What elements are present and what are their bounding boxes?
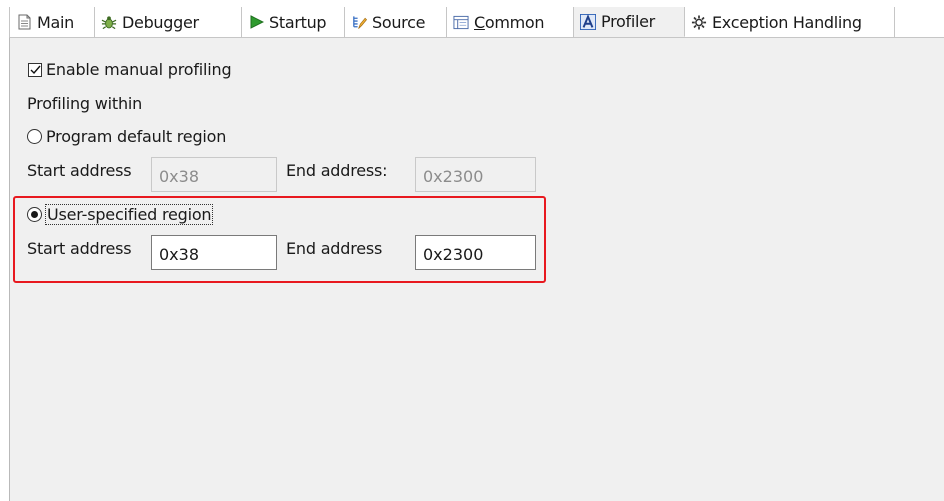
- profiler-panel: Enable manual profiling Profiling within…: [9, 37, 944, 501]
- user-start-address-input[interactable]: 0x38: [151, 235, 277, 270]
- tab-debugger[interactable]: Debugger: [95, 7, 242, 37]
- radio-button-unselected[interactable]: [27, 129, 42, 144]
- tab-startup[interactable]: Startup: [242, 7, 345, 37]
- play-icon: [248, 13, 264, 31]
- common-icon: [453, 13, 469, 31]
- tab-profiler[interactable]: Profiler: [574, 7, 685, 37]
- tab-exception-handling[interactable]: Exception Handling: [685, 7, 895, 37]
- user-end-address-input[interactable]: 0x2300: [415, 235, 536, 270]
- tab-source[interactable]: Source: [345, 7, 447, 37]
- document-icon: [16, 13, 32, 31]
- checkmark-icon: [30, 65, 41, 74]
- default-end-address-label: End address:: [286, 161, 388, 180]
- default-end-address-field: 0x2300: [415, 157, 536, 192]
- profiler-icon: [580, 13, 596, 31]
- tab-label: Source: [372, 12, 426, 32]
- user-specified-region-radio[interactable]: User-specified region: [27, 204, 214, 225]
- tab-label: Debugger: [122, 12, 199, 32]
- checkbox-box[interactable]: [28, 62, 42, 77]
- tab-main[interactable]: Main: [9, 7, 95, 37]
- tab-label: Startup: [269, 12, 327, 32]
- user-end-address-label: End address: [286, 239, 383, 258]
- tab-common[interactable]: Common: [447, 7, 574, 37]
- tab-label: Profiler: [601, 12, 655, 31]
- program-default-region-radio[interactable]: Program default region: [27, 127, 226, 146]
- tab-label: Common: [474, 12, 545, 32]
- enable-profiling-checkbox[interactable]: Enable manual profiling: [28, 60, 232, 79]
- launch-config-tab-bar: Main Debugger Startup Source Common Prof…: [9, 7, 944, 38]
- bug-icon: [101, 13, 117, 31]
- profiling-within-label: Profiling within: [27, 94, 143, 113]
- user-start-address-label: Start address: [27, 239, 132, 258]
- exception-gear-icon: [691, 13, 707, 31]
- tab-label: Exception Handling: [712, 12, 862, 32]
- default-start-address-field: 0x38: [151, 157, 277, 192]
- tab-label: Main: [37, 12, 74, 32]
- enable-profiling-label: Enable manual profiling: [46, 60, 232, 79]
- source-icon: [351, 13, 367, 31]
- user-specified-region-label: User-specified region: [44, 204, 214, 225]
- radio-button-selected[interactable]: [27, 207, 42, 222]
- default-start-address-label: Start address: [27, 161, 132, 180]
- program-default-region-label: Program default region: [46, 127, 227, 146]
